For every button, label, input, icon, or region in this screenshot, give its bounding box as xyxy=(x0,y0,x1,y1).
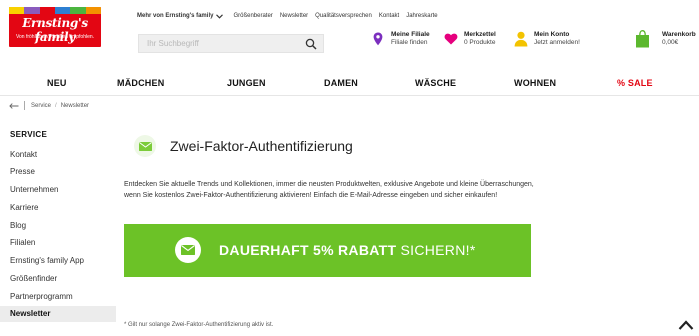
more-brands-label: Mehr von Ernsting's family xyxy=(137,13,214,19)
nav-jungen[interactable]: JUNGEN xyxy=(227,78,266,88)
wishlist-title: Merkzettel xyxy=(464,31,496,38)
sidebar-item-blog[interactable]: Blog xyxy=(0,218,116,234)
account-sub: Jetzt anmelden! xyxy=(534,39,580,46)
envelope-icon xyxy=(175,237,201,263)
nav-sale[interactable]: % SALE xyxy=(617,78,653,88)
user-icon xyxy=(514,31,528,47)
store-finder-link[interactable]: Meine Filiale Filiale finden xyxy=(371,31,430,47)
topnav-link-kontakt[interactable]: Kontakt xyxy=(379,13,399,19)
envelope-icon xyxy=(134,135,156,157)
chevron-down-icon xyxy=(216,13,224,19)
intro-text: Entdecken Sie aktuelle Trends und Kollek… xyxy=(124,181,534,199)
main-navigation: NEU MÄDCHEN JUNGEN DAMEN WÄSCHE WOHNEN %… xyxy=(0,78,699,89)
heart-icon xyxy=(444,31,458,47)
nav-damen[interactable]: DAMEN xyxy=(324,78,358,88)
sidebar-item-filialen[interactable]: Filialen xyxy=(0,235,116,251)
cart-total: 0,00€ xyxy=(662,39,679,46)
sidebar-item-newsletter[interactable]: Newsletter xyxy=(0,306,116,322)
store-finder-sub: Filiale finden xyxy=(391,39,428,46)
banner-text: DAUERHAFT 5% RABATT SICHERN!* xyxy=(219,242,476,258)
search-input[interactable] xyxy=(139,35,289,52)
brand-logo[interactable]: Ernsting's family Von fröhlichen Familie… xyxy=(9,7,101,47)
wishlist-sub: 0 Produkte xyxy=(464,39,496,46)
chevron-up-icon[interactable] xyxy=(678,318,694,332)
account-title: Mein Konto xyxy=(534,31,570,38)
sidebar-item-kontakt[interactable]: Kontakt xyxy=(0,147,116,163)
banner-text-bold: DAUERHAFT 5% RABATT xyxy=(219,242,397,258)
sidebar-title: SERVICE xyxy=(10,130,48,139)
account-link[interactable]: Mein Konto Jetzt anmelden! xyxy=(514,31,580,47)
search-icon[interactable] xyxy=(305,38,317,50)
footnote: * Gilt nur solange Zwei-Faktor-Authentif… xyxy=(124,322,274,328)
wishlist-link[interactable]: Merkzettel 0 Produkte xyxy=(444,31,496,47)
topnav-link-jahreskarte[interactable]: Jahreskarte xyxy=(406,13,437,19)
cart-title: Warenkorb xyxy=(662,31,696,38)
nav-neu[interactable]: NEU xyxy=(47,78,67,88)
logo-stripes xyxy=(9,7,101,14)
nav-waesche[interactable]: WÄSCHE xyxy=(415,78,456,88)
store-finder-title: Meine Filiale xyxy=(391,31,430,38)
sidebar-item-app[interactable]: Ernsting's family App xyxy=(0,253,116,269)
top-navigation: Mehr von Ernsting's family Größenberater… xyxy=(137,13,445,19)
search-bar xyxy=(138,34,324,53)
nav-wohnen[interactable]: WOHNEN xyxy=(514,78,556,88)
breadcrumb-separator xyxy=(24,101,25,110)
page-title: Zwei-Faktor-Authentifizierung xyxy=(170,138,353,154)
topnav-link-groessenberater[interactable]: Größenberater xyxy=(233,13,272,19)
sidebar-item-unternehmen[interactable]: Unternehmen xyxy=(0,182,116,198)
newsletter-discount-banner[interactable]: DAUERHAFT 5% RABATT SICHERN!* xyxy=(124,224,531,277)
banner-text-rest: SICHERN!* xyxy=(396,242,476,258)
nav-divider xyxy=(0,95,699,96)
sidebar-item-presse[interactable]: Presse xyxy=(0,164,116,180)
nav-maedchen[interactable]: MÄDCHEN xyxy=(117,78,164,88)
sidebar-item-karriere[interactable]: Karriere xyxy=(0,200,116,216)
breadcrumb-newsletter: Newsletter xyxy=(60,102,90,109)
sidebar-item-partnerprogramm[interactable]: Partnerprogramm xyxy=(0,289,116,305)
breadcrumb-service[interactable]: Service xyxy=(31,103,51,109)
breadcrumb-slash: / xyxy=(55,102,57,109)
back-arrow-icon[interactable] xyxy=(9,102,19,109)
shopping-bag-icon xyxy=(634,30,650,48)
location-pin-icon xyxy=(371,31,385,47)
topnav-link-newsletter[interactable]: Newsletter xyxy=(280,13,308,19)
sidebar-item-groessenfinder[interactable]: Größenfinder xyxy=(0,271,116,287)
logo-claim: Von fröhlichen Familien empfohlen. xyxy=(15,34,95,40)
breadcrumb: Service / Newsletter xyxy=(9,101,89,110)
cart-link[interactable]: Warenkorb 0,00€ xyxy=(634,30,696,48)
more-brands-dropdown[interactable]: Mehr von Ernsting's family xyxy=(137,13,224,19)
topnav-link-qualitaetsversprechen[interactable]: Qualitätsversprechen xyxy=(315,13,372,19)
